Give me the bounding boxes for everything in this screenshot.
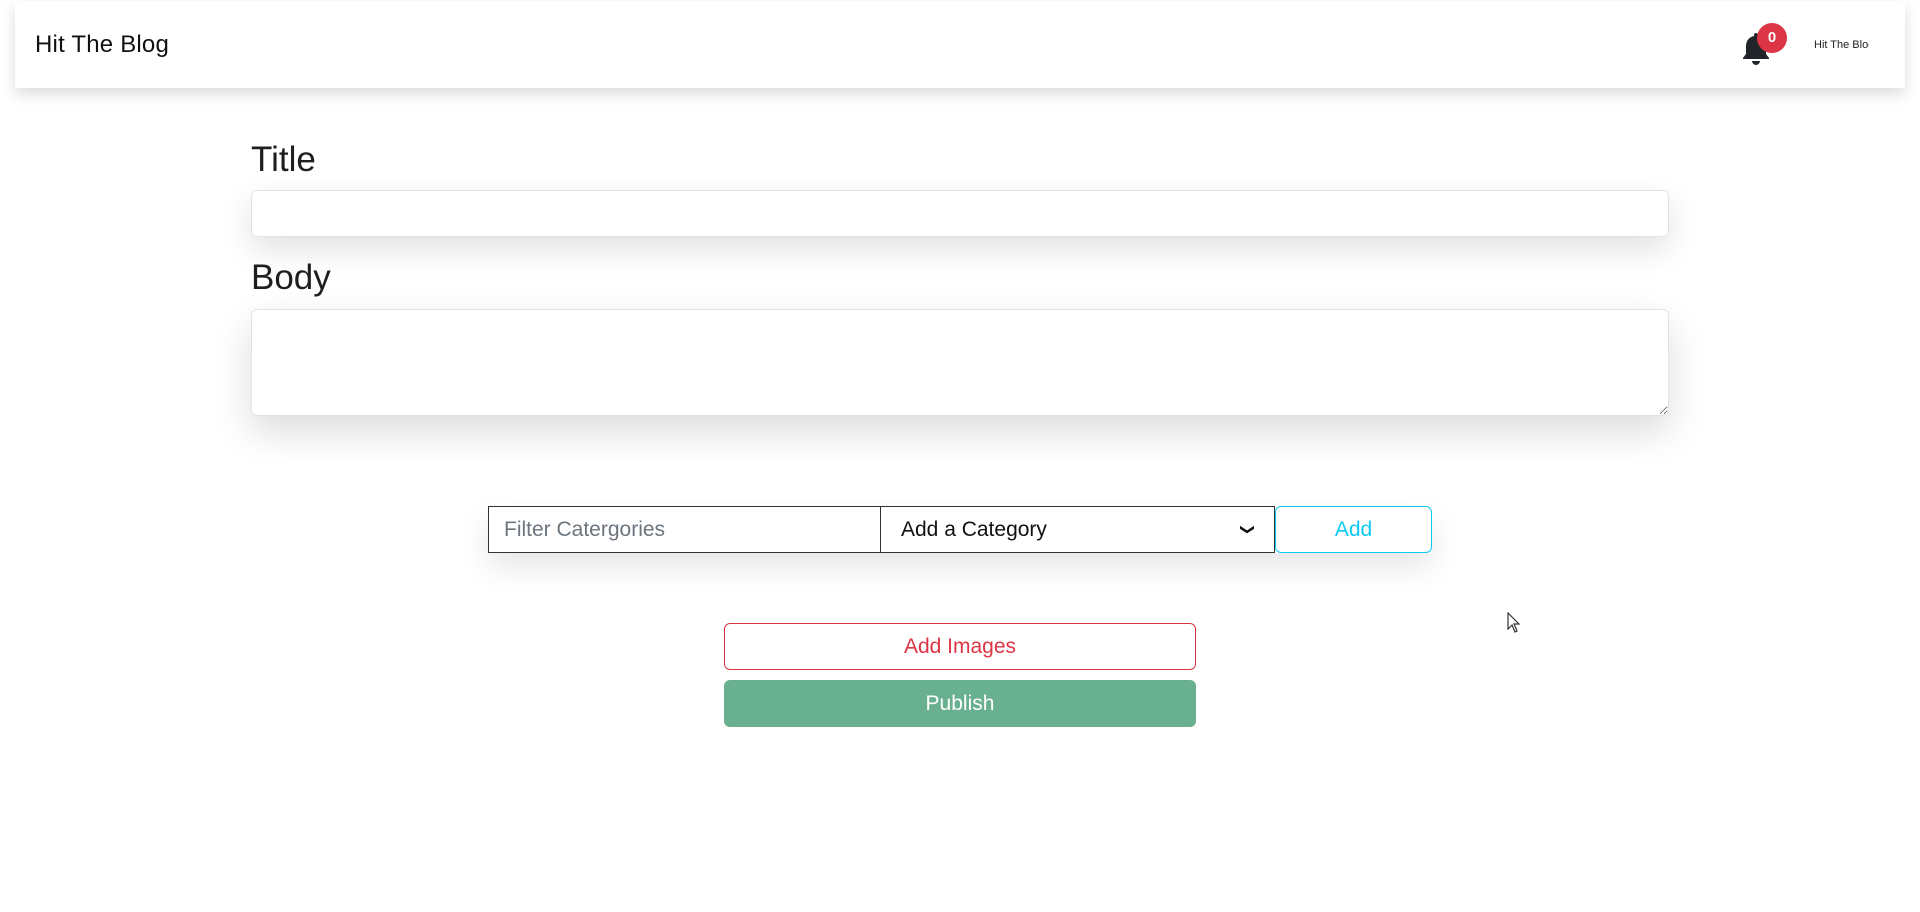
filter-categories-input[interactable] bbox=[488, 506, 881, 553]
chevron-down-icon: ❯ bbox=[1240, 523, 1257, 536]
post-actions: Add Images Publish bbox=[724, 623, 1196, 727]
publish-button[interactable]: Publish bbox=[724, 680, 1196, 727]
navbar-right: 0 Hit The Blog bbox=[1736, 1, 1885, 88]
notifications-button[interactable]: 0 bbox=[1736, 22, 1787, 67]
post-form: Title Body bbox=[251, 140, 1669, 416]
navbar-logo[interactable]: Hit The Blog bbox=[1814, 39, 1869, 51]
add-category-button[interactable]: Add bbox=[1275, 506, 1432, 553]
body-label: Body bbox=[251, 258, 331, 298]
title-input[interactable] bbox=[251, 190, 1669, 238]
title-label: Title bbox=[251, 140, 316, 179]
category-select-value: Add a Category bbox=[901, 517, 1047, 541]
category-select[interactable]: Add a Category ❯ bbox=[881, 506, 1275, 553]
body-textarea[interactable] bbox=[251, 308, 1669, 416]
add-images-button[interactable]: Add Images bbox=[724, 623, 1196, 670]
mouse-cursor-icon bbox=[1507, 612, 1521, 633]
top-navbar: Hit The Blog 0 Hit The Blog bbox=[15, 1, 1905, 88]
category-controls: Add a Category ❯ Add bbox=[488, 506, 1432, 553]
brand-link[interactable]: Hit The Blog bbox=[35, 31, 169, 59]
notification-count-badge: 0 bbox=[1757, 22, 1787, 53]
